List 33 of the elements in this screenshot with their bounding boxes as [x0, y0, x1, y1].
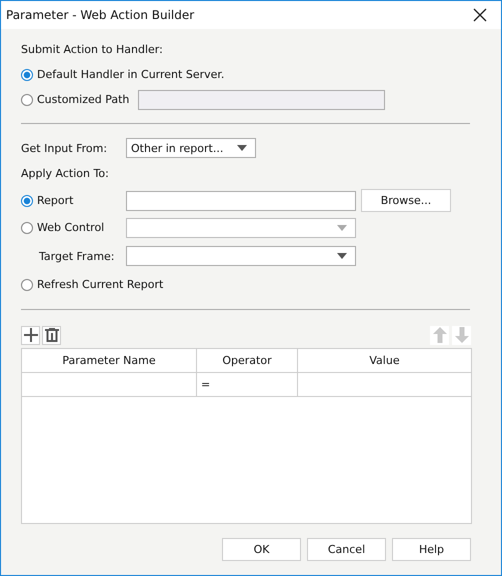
arrow-down-icon [454, 327, 468, 343]
report-field[interactable] [126, 190, 356, 210]
close-icon[interactable] [473, 8, 487, 22]
radio-label: Customized Path [37, 93, 130, 106]
delete-button[interactable] [42, 326, 61, 344]
trash-icon [44, 328, 58, 342]
input-dropdown[interactable]: Other in report... [126, 138, 256, 158]
dialog-button[interactable]: Help [392, 538, 471, 561]
plus-icon [24, 328, 38, 342]
browse-button[interactable]: Browse... [361, 189, 451, 212]
section-label: Submit Action to Handler: [21, 42, 164, 58]
radio-label: Refresh Current Report [37, 278, 164, 291]
radio-label: Web Control [37, 221, 106, 234]
dialog-button[interactable]: OK [222, 538, 301, 561]
radio-button[interactable] [21, 68, 33, 80]
dialog-button[interactable]: Cancel [307, 538, 386, 561]
window-title: Parameter - Web Action Builder [6, 8, 196, 22]
add-button[interactable] [21, 326, 40, 344]
caret-icon [237, 145, 247, 151]
caret-icon [337, 253, 347, 259]
column-header: Parameter Name [22, 349, 197, 372]
field-label: Get Input From: [21, 142, 108, 154]
radio-button[interactable] [21, 194, 33, 206]
caret-icon [337, 224, 347, 230]
column-header: Value [368, 353, 401, 369]
section-label: Apply Action To: [21, 166, 110, 182]
column-header: Operator [197, 349, 298, 372]
radio-button[interactable] [21, 278, 33, 290]
table-cell: = [201, 378, 210, 391]
field-label: Target Frame: [38, 250, 116, 262]
radio-label: Report [37, 194, 74, 207]
arrow-up-icon [432, 327, 446, 343]
radio-label: Default Handler in Current Server. [37, 68, 224, 81]
